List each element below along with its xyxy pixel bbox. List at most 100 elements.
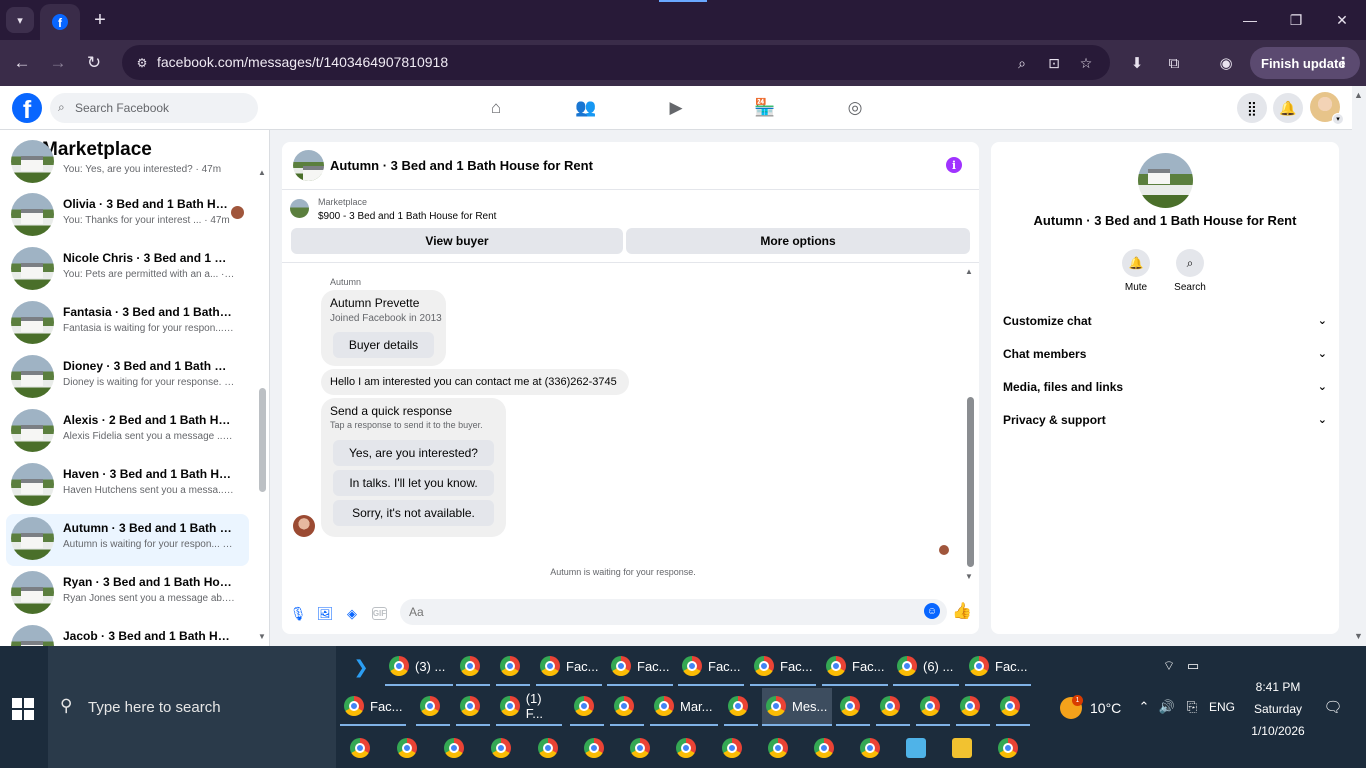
menu-dots-icon[interactable]: ⋮ bbox=[1336, 54, 1350, 71]
chat-members-row[interactable]: Chat members ⌄ bbox=[1003, 341, 1329, 367]
scroll-up-icon[interactable]: ▲ bbox=[1354, 90, 1363, 100]
scrollbar-thumb[interactable] bbox=[967, 397, 974, 567]
taskbar-chrome-window[interactable]: (3) ... bbox=[385, 648, 453, 686]
scroll-down-icon[interactable]: ▼ bbox=[1354, 631, 1363, 641]
info-icon[interactable]: i bbox=[946, 157, 962, 173]
friends-icon[interactable]: 👥 bbox=[574, 96, 598, 120]
more-options-button[interactable]: More options bbox=[626, 228, 970, 254]
extensions-icon[interactable]: ⧉ bbox=[1162, 51, 1186, 75]
thumbs-up-icon[interactable]: 👍 bbox=[952, 601, 972, 621]
taskbar-chrome-window[interactable] bbox=[996, 688, 1030, 726]
conversation-list-scrollbar[interactable]: ▲ ▼ bbox=[256, 166, 268, 646]
install-app-icon[interactable]: ⊡ bbox=[1043, 52, 1065, 74]
facebook-logo[interactable]: f bbox=[12, 93, 42, 123]
close-window-icon[interactable]: ✕ bbox=[1330, 8, 1354, 32]
new-tab-icon[interactable]: + bbox=[88, 8, 112, 32]
page-scrollbar[interactable]: ▲ ▼ bbox=[1352, 86, 1366, 646]
temperature[interactable]: 10°C bbox=[1090, 700, 1121, 716]
scroll-up-icon[interactable]: ▲ bbox=[258, 168, 266, 177]
taskbar-chrome-window[interactable] bbox=[836, 688, 870, 726]
gif-icon[interactable]: GIF bbox=[372, 607, 387, 620]
quick-response-not-available-button[interactable]: Sorry, it's not available. bbox=[333, 500, 494, 526]
chevron-up-icon[interactable]: ⌃ bbox=[1136, 698, 1152, 716]
taskbar-chrome-window[interactable] bbox=[393, 729, 427, 767]
emoji-icon[interactable]: ☺ bbox=[924, 603, 940, 619]
taskbar-chrome-window[interactable] bbox=[876, 688, 910, 726]
language-indicator[interactable]: ENG bbox=[1209, 700, 1235, 714]
taskbar-chrome-window[interactable]: Fac... bbox=[607, 648, 673, 686]
taskbar-chrome-window[interactable] bbox=[610, 688, 644, 726]
taskbar-vscode[interactable]: ❯ bbox=[340, 648, 380, 686]
taskbar-chrome-window[interactable]: Fac... bbox=[822, 648, 888, 686]
customize-chat-row[interactable]: Customize chat ⌄ bbox=[1003, 308, 1329, 334]
taskbar-chrome-window[interactable]: (6) ... bbox=[893, 648, 959, 686]
taskbar-chrome-window-active[interactable]: Mes... bbox=[762, 688, 832, 726]
bookmark-star-icon[interactable]: ☆ bbox=[1075, 52, 1097, 74]
search-button[interactable]: ⌕ Search bbox=[1163, 249, 1217, 293]
scroll-up-icon[interactable]: ▲ bbox=[965, 267, 973, 276]
minimize-icon[interactable]: — bbox=[1238, 8, 1262, 32]
taskbar-chrome-window[interactable] bbox=[456, 648, 490, 686]
wifi-icon[interactable]: ⌔ bbox=[1160, 658, 1178, 674]
taskbar-chrome-window[interactable] bbox=[810, 729, 844, 767]
video-icon[interactable]: ▶ bbox=[664, 96, 688, 120]
account-avatar[interactable]: ▾ bbox=[1310, 92, 1344, 125]
privacy-support-row[interactable]: Privacy & support ⌄ bbox=[1003, 407, 1329, 433]
facebook-search-input[interactable]: ⌕ Search Facebook bbox=[50, 93, 258, 123]
chat-thumbnail[interactable] bbox=[293, 150, 324, 181]
taskbar-chrome-window[interactable] bbox=[440, 729, 474, 767]
windows-start-icon[interactable] bbox=[12, 698, 34, 720]
media-files-links-row[interactable]: Media, files and links ⌄ bbox=[1003, 374, 1329, 400]
message-input[interactable] bbox=[400, 599, 947, 625]
taskbar-chrome-window[interactable] bbox=[487, 729, 521, 767]
taskbar-notepad[interactable] bbox=[902, 729, 936, 767]
taskbar-chrome-window[interactable] bbox=[764, 729, 798, 767]
list-item[interactable]: Haven · 3 Bed and 1 Bath House for Rent … bbox=[6, 460, 249, 512]
quick-response-yes-button[interactable]: Yes, are you interested? bbox=[333, 440, 494, 466]
groups-icon[interactable]: ◎ bbox=[843, 96, 867, 120]
taskbar-chrome-window[interactable]: Fac... bbox=[536, 648, 602, 686]
scroll-down-icon[interactable]: ▼ bbox=[965, 572, 973, 581]
marketplace-icon[interactable]: 🏪 bbox=[753, 96, 777, 120]
zoom-icon[interactable]: ⌕ bbox=[1011, 52, 1033, 74]
taskbar-chrome-window[interactable] bbox=[570, 688, 604, 726]
download-icon[interactable]: ⬇ bbox=[1125, 51, 1149, 75]
view-buyer-button[interactable]: View buyer bbox=[291, 228, 623, 254]
url-text[interactable]: facebook.com/messages/t/1403464907810918 bbox=[157, 54, 448, 70]
list-item-active[interactable]: Autumn · 3 Bed and 1 Bath House for Rent… bbox=[6, 514, 249, 566]
taskbar-chrome-window[interactable] bbox=[416, 688, 450, 726]
forward-icon[interactable]: → bbox=[46, 51, 70, 75]
taskbar-chrome-window[interactable] bbox=[496, 648, 530, 686]
site-info-icon[interactable]: ⚙ bbox=[132, 53, 152, 73]
quick-response-in-talks-button[interactable]: In talks. I'll let you know. bbox=[333, 470, 494, 496]
taskbar-chrome-window[interactable] bbox=[718, 729, 752, 767]
profile-icon[interactable]: ◉ bbox=[1214, 51, 1238, 75]
message-scrollbar[interactable]: ▲ ▼ bbox=[964, 266, 976, 584]
menu-grid-icon[interactable]: ⣿ bbox=[1237, 93, 1267, 123]
network-icon[interactable]: ⎘ bbox=[1184, 698, 1200, 716]
taskbar-chrome-window[interactable]: (1) F... bbox=[496, 688, 562, 726]
taskbar-search-input[interactable]: ⚲ Type here to search bbox=[48, 646, 336, 768]
taskbar-chrome-window[interactable] bbox=[994, 729, 1028, 767]
list-item[interactable]: Jacob · 3 Bed and 1 Bath House for Rent bbox=[6, 622, 249, 646]
taskbar-chrome-window[interactable]: Fac... bbox=[340, 688, 406, 726]
buyer-details-button[interactable]: Buyer details bbox=[333, 332, 434, 358]
battery-icon[interactable]: ▭ bbox=[1184, 658, 1202, 674]
scrollbar-thumb[interactable] bbox=[259, 388, 266, 492]
taskbar-chrome-window[interactable]: Mar... bbox=[650, 688, 718, 726]
notifications-bell-icon[interactable]: 🔔 bbox=[1273, 93, 1303, 123]
taskbar-chrome-window[interactable] bbox=[626, 729, 660, 767]
taskbar-file-explorer[interactable] bbox=[948, 729, 982, 767]
taskbar-chrome-window[interactable] bbox=[672, 729, 706, 767]
taskbar-chrome-window[interactable] bbox=[534, 729, 568, 767]
notification-center-icon[interactable]: 🗨 bbox=[1323, 697, 1343, 717]
list-item[interactable]: Nicole Chris · 3 Bed and 1 Bath House fo… bbox=[6, 244, 249, 296]
mute-button[interactable]: 🔔 Mute bbox=[1109, 249, 1163, 293]
taskbar-chrome-window[interactable] bbox=[724, 688, 758, 726]
restore-icon[interactable]: ❐ bbox=[1284, 8, 1308, 32]
list-item[interactable]: Olivia · 3 Bed and 1 Bath House for Rent… bbox=[6, 190, 249, 242]
address-bar[interactable]: ⚙ facebook.com/messages/t/14034649078109… bbox=[122, 45, 1110, 80]
list-item[interactable]: Dioney · 3 Bed and 1 Bath House for Rent… bbox=[6, 352, 249, 404]
list-item[interactable]: Fantasia · 3 Bed and 1 Bath House for Re… bbox=[6, 298, 249, 350]
volume-icon[interactable]: 🔊 bbox=[1159, 698, 1175, 716]
